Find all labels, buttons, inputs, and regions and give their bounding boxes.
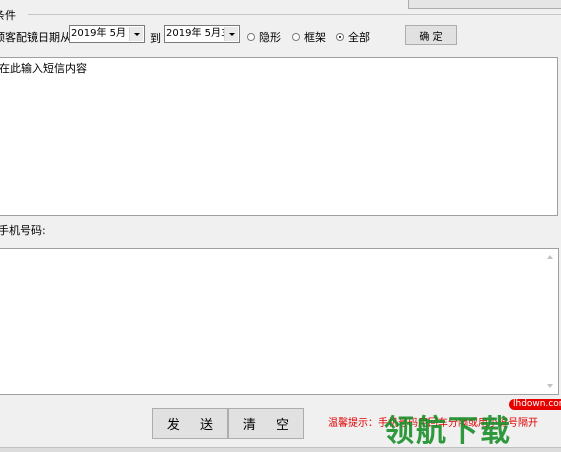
chevron-down-icon	[133, 32, 140, 36]
window-bottom-edge	[0, 447, 561, 452]
date-from-value: 2019年 5月 1	[71, 28, 136, 39]
phone-label: 手机号码:	[0, 224, 46, 237]
date-from-dropdown-button[interactable]	[129, 27, 143, 41]
phone-numbers-textarea[interactable]	[0, 248, 559, 395]
clear-button[interactable]: 清 空	[228, 408, 304, 439]
radio-unchecked-icon[interactable]	[247, 33, 255, 41]
radio-label-frame: 框架	[304, 31, 326, 44]
radio-option-contact-lens[interactable]: 隐形	[247, 29, 281, 45]
radio-label-contact-lens: 隐形	[259, 31, 281, 44]
watermark-url: lhdown.com	[509, 399, 561, 410]
chevron-down-icon	[228, 32, 235, 36]
message-placeholder: 在此输入短信内容	[0, 62, 87, 75]
radio-option-all[interactable]: 全部	[336, 29, 370, 45]
send-button[interactable]: 发 送	[152, 408, 228, 439]
date-to-dropdown-button[interactable]	[224, 27, 238, 41]
top-button-edge[interactable]	[408, 0, 561, 9]
date-to-picker[interactable]: 2019年 5月31	[164, 25, 240, 43]
confirm-button[interactable]: 确 定	[405, 25, 457, 45]
to-label: 到	[150, 32, 161, 45]
radio-unchecked-icon[interactable]	[292, 33, 300, 41]
radio-dot	[339, 36, 341, 38]
radio-checked-icon[interactable]	[336, 33, 344, 41]
scroll-up-icon[interactable]	[547, 255, 553, 259]
radio-label-all: 全部	[348, 31, 370, 44]
filter-group-title: 条件	[0, 7, 18, 23]
watermark-logo: 领航下载	[384, 414, 512, 449]
date-range-label: 预客配镜日期从	[0, 31, 71, 44]
date-from-picker[interactable]: 2019年 5月 1	[69, 25, 145, 43]
message-textarea[interactable]: 在此输入短信内容	[0, 57, 558, 216]
group-box-border	[28, 14, 561, 15]
phone-scrollbar[interactable]	[543, 249, 558, 394]
radio-option-frame[interactable]: 框架	[292, 29, 326, 45]
scroll-down-icon[interactable]	[547, 384, 553, 388]
